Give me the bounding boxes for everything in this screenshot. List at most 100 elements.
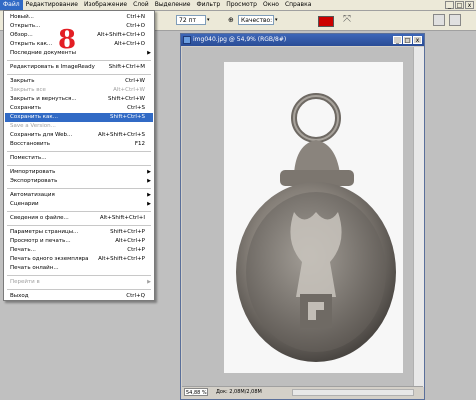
menu-separator [7, 225, 151, 226]
menu-item-label: Импортировать [10, 169, 56, 175]
file-menu-item[interactable]: Сохранить как... Shift+Ctrl+S [5, 113, 153, 122]
menu-item-shortcut: Ctrl+S [127, 105, 145, 111]
menu-item-shortcut: Ctrl+P [127, 247, 145, 253]
menu-item-label: Закрыть и вернуться... [10, 96, 77, 102]
file-menu-item[interactable]: Экспортировать ▶ [5, 177, 153, 186]
menu-item[interactable]: Файл [0, 0, 23, 10]
menu-item-label: Печать... [10, 247, 36, 253]
warp-icon[interactable]: ⤧ [343, 14, 351, 25]
minimize-button[interactable]: _ [445, 1, 454, 9]
file-menu-item[interactable]: Восстановить F12 [5, 140, 153, 149]
file-menu-item[interactable]: Сохранить Ctrl+S [5, 104, 153, 113]
menu-item-shortcut: Alt+Shift+Ctrl+S [97, 132, 145, 138]
menu-item-label: Сохранить как... [10, 114, 58, 120]
doc-size-info: Док: 2,08M/2,08M [216, 389, 262, 395]
document-title: img040.jpg @ 54,9% (RGB/8#) [193, 36, 287, 43]
submenu-arrow-icon: ▶ [147, 192, 151, 198]
menu-item[interactable]: Фильтр [193, 0, 223, 10]
menu-item-label: Печать одного экземпляра [10, 256, 89, 262]
zoom-field[interactable]: 54,88 % [184, 388, 208, 396]
submenu-arrow-icon: ▶ [147, 50, 151, 56]
menu-item-label: Сохранить для Web... [10, 132, 73, 138]
menu-item-shortcut: Alt+Ctrl+P [115, 238, 145, 244]
palette-well-icon[interactable] [433, 14, 445, 26]
menu-separator [7, 74, 151, 75]
menu-item[interactable]: Выделение [152, 0, 194, 10]
file-menu-item[interactable]: Новый... Ctrl+N [5, 13, 153, 22]
menu-item-shortcut: F12 [134, 141, 145, 147]
file-menu-item[interactable]: Сведения о файле... Alt+Shift+Ctrl+I [5, 214, 153, 223]
submenu-arrow-icon: ▶ [147, 178, 151, 184]
menu-separator [7, 289, 151, 290]
file-menu-item[interactable]: Поместить... [5, 154, 153, 163]
minimize-button[interactable]: _ [393, 36, 402, 44]
file-menu: Новый... Ctrl+N Открыть... Ctrl+O Обзор... Al… [3, 10, 155, 301]
file-menu-item[interactable]: Автоматизация ▶ [5, 191, 153, 200]
menu-item-label: Выход [10, 293, 29, 299]
resolution-field[interactable]: 72 пт [176, 15, 206, 25]
menu-item[interactable]: Редактирование [23, 0, 81, 10]
file-menu-item: Save a Version... [5, 122, 153, 131]
menu-item-shortcut: Shift+Ctrl+W [108, 96, 145, 102]
file-menu-item[interactable]: Печать онлайн... [5, 264, 153, 273]
close-button[interactable]: x [413, 36, 422, 44]
menu-item-label: Сведения о файле... [10, 215, 69, 221]
canvas-area[interactable] [182, 47, 414, 387]
file-menu-item[interactable]: Редактировать в ImageReady Shift+Ctrl+M [5, 63, 153, 72]
menu-item[interactable]: Просмотр [223, 0, 260, 10]
menu-item[interactable]: Окно [260, 0, 282, 10]
file-menu-item[interactable]: Параметры страницы... Shift+Ctrl+P [5, 228, 153, 237]
menu-item[interactable]: Слой [130, 0, 152, 10]
menu-separator [7, 151, 151, 152]
dropdown-icon[interactable]: ▾ [207, 17, 210, 23]
file-menu-item[interactable]: Обзор... Alt+Shift+Ctrl+O [5, 31, 153, 40]
submenu-arrow-icon: ▶ [147, 279, 151, 285]
menu-item-label: Печать онлайн... [10, 265, 59, 271]
menu-item-label: Перейти в [10, 279, 40, 285]
menu-item-shortcut: Ctrl+N [126, 14, 145, 20]
file-menu-item[interactable]: Сохранить для Web... Alt+Shift+Ctrl+S [5, 131, 153, 140]
mode-icon: ⊕ [228, 16, 234, 24]
file-menu-item[interactable]: Сценарии ▶ [5, 200, 153, 209]
document-titlebar[interactable]: img040.jpg @ 54,9% (RGB/8#) _ □ x [181, 34, 424, 46]
menu-item-shortcut: Shift+Ctrl+P [110, 229, 145, 235]
menu-separator [7, 275, 151, 276]
color-swatch[interactable] [318, 16, 334, 27]
file-menu-item[interactable]: Просмотр и печать... Alt+Ctrl+P [5, 237, 153, 246]
file-menu-item[interactable]: Последние документы ▶ [5, 49, 153, 58]
submenu-arrow-icon: ▶ [147, 169, 151, 175]
file-menu-item[interactable]: Импортировать ▶ [5, 168, 153, 177]
menu-item-shortcut: Alt+Ctrl+W [113, 87, 145, 93]
menu-item-shortcut: Alt+Shift+Ctrl+P [98, 256, 145, 262]
close-button[interactable]: x [465, 1, 474, 9]
menu-item-shortcut: Shift+Ctrl+M [108, 64, 145, 70]
maximize-button[interactable]: □ [403, 36, 412, 44]
file-menu-item[interactable]: Закрыть и вернуться... Shift+Ctrl+W [5, 95, 153, 104]
palette-well-icon[interactable] [449, 14, 461, 26]
menu-item-shortcut: Shift+Ctrl+S [110, 114, 145, 120]
mode-select[interactable]: Качество: [238, 15, 274, 25]
file-menu-item[interactable]: Открыть... Ctrl+O [5, 22, 153, 31]
horizontal-scrollbar[interactable] [292, 389, 414, 396]
menu-separator [7, 60, 151, 61]
file-menu-item[interactable]: Печать... Ctrl+P [5, 246, 153, 255]
menu-item-shortcut: Ctrl+Q [126, 293, 145, 299]
menu-item[interactable]: Справка [282, 0, 314, 10]
menu-separator [7, 211, 151, 212]
menu-item-label: Открыть как... [10, 41, 53, 47]
file-menu-item[interactable]: Выход Ctrl+Q [5, 292, 153, 301]
maximize-button[interactable]: □ [455, 1, 464, 9]
menu-item-label: Сценарии [10, 201, 39, 207]
submenu-arrow-icon: ▶ [147, 201, 151, 207]
file-menu-item[interactable]: Печать одного экземпляра Alt+Shift+Ctrl+P [5, 255, 153, 264]
menu-item[interactable]: Изображение [81, 0, 130, 10]
menu-item-label: Сохранить [10, 105, 41, 111]
vertical-scrollbar[interactable] [413, 47, 424, 387]
menu-separator [7, 188, 151, 189]
document-window: img040.jpg @ 54,9% (RGB/8#) _ □ x 54,88 … [180, 33, 425, 400]
dropdown-icon[interactable]: ▾ [275, 17, 278, 23]
menu-item-label: Редактировать в ImageReady [10, 64, 95, 70]
file-menu-item[interactable]: Открыть как... Alt+Ctrl+O [5, 40, 153, 49]
photoshop-icon [183, 36, 191, 44]
file-menu-item[interactable]: Закрыть Ctrl+W [5, 77, 153, 86]
